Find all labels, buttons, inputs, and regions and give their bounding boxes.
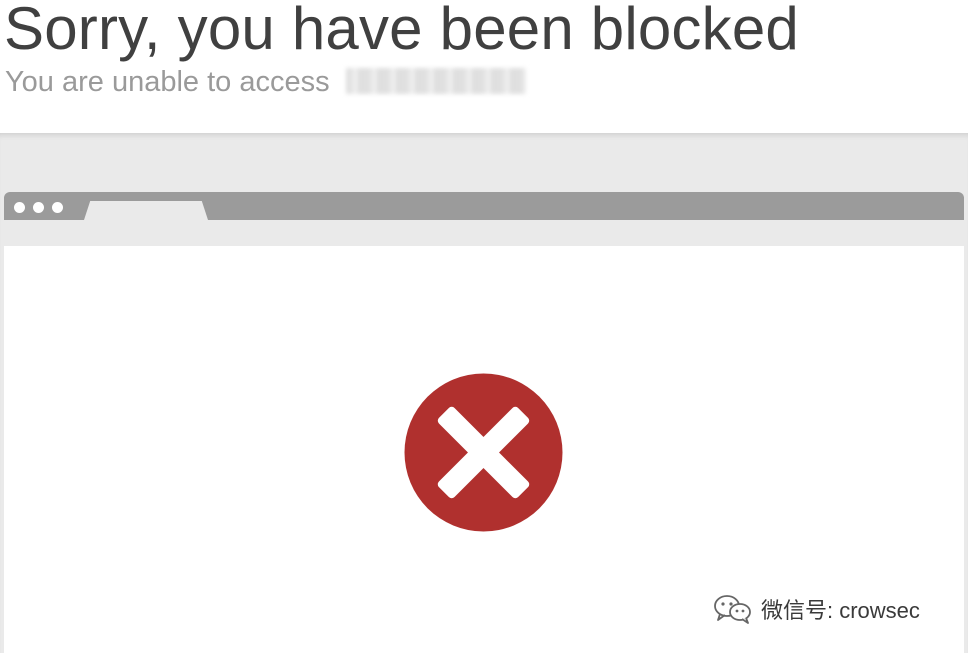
watermark-text: 微信号: crowsec [761, 598, 920, 623]
browser-illustration [4, 192, 964, 653]
redacted-domain [345, 68, 526, 95]
window-dot-icon [14, 202, 25, 213]
window-dot-icon [52, 202, 63, 213]
page-header: Sorry, you have been blocked You are una… [0, 0, 968, 133]
page-title: Sorry, you have been blocked [4, 0, 799, 62]
browser-toolbar [4, 220, 964, 246]
page-subtitle: You are unable to access [5, 66, 330, 98]
error-x-icon [404, 373, 563, 532]
wechat-icon [714, 595, 751, 624]
block-page: Sorry, you have been blocked You are una… [0, 0, 968, 653]
browser-title-bar [4, 192, 964, 220]
window-dot-icon [33, 202, 44, 213]
browser-tab [84, 201, 208, 220]
page-subtitle-row: You are unable to access [5, 66, 526, 99]
watermark: 微信号: crowsec [713, 594, 920, 624]
browser-content [4, 246, 964, 653]
